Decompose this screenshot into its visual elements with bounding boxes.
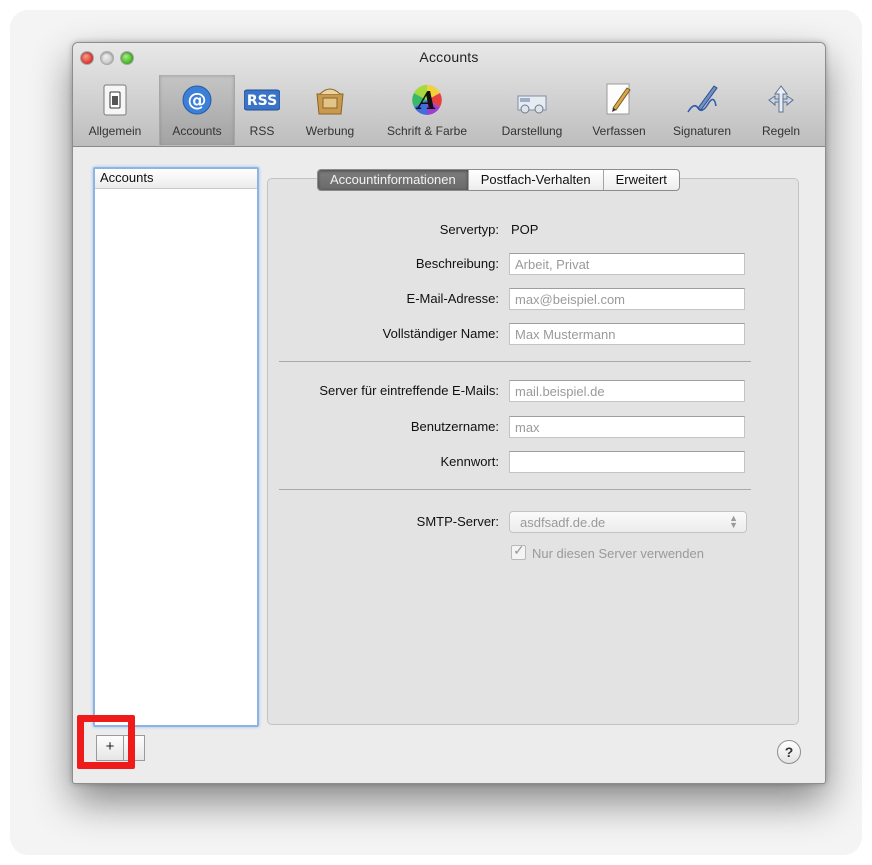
description-label: Beschreibung: bbox=[415, 256, 499, 271]
toolbar-label: Allgemein bbox=[88, 124, 142, 138]
accounts-preferences-window: Accounts Allgemein @ Accounts RSS RSS We… bbox=[72, 42, 826, 784]
toolbar-label: Verfassen bbox=[592, 124, 646, 138]
server-type-label: Servertyp: bbox=[439, 222, 499, 237]
toolbar-label: Schrift & Farbe bbox=[386, 124, 468, 138]
toolbar-label: Werbung bbox=[305, 124, 355, 138]
toolbar-item-signaturen[interactable]: Signaturen bbox=[661, 75, 743, 145]
toolbar-item-schrift-farbe[interactable]: A Schrift & Farbe bbox=[371, 75, 483, 145]
smtp-label: SMTP-Server: bbox=[416, 514, 499, 529]
description-field[interactable]: Arbeit, Privat bbox=[509, 253, 745, 275]
username-row: Benutzername: max bbox=[73, 416, 825, 438]
tab-erweitert[interactable]: Erweitert bbox=[602, 170, 679, 190]
password-label: Kennwort: bbox=[440, 454, 499, 469]
toolbar-item-darstellung[interactable]: Darstellung bbox=[487, 75, 577, 145]
toolbar-item-regeln[interactable]: Regeln bbox=[745, 75, 817, 145]
tab-postfach-verhalten[interactable]: Postfach-Verhalten bbox=[467, 170, 603, 190]
toolbar-label: Darstellung bbox=[501, 124, 563, 138]
window-title: Accounts bbox=[419, 49, 479, 65]
fullname-field[interactable]: Max Mustermann bbox=[509, 323, 745, 345]
section-divider bbox=[279, 361, 751, 362]
toolbar-label: Signaturen bbox=[672, 124, 732, 138]
account-tabs: Accountinformationen Postfach-Verhalten … bbox=[317, 169, 680, 191]
select-arrows-icon: ▲ ▼ bbox=[729, 513, 738, 530]
accounts-list[interactable]: Accounts bbox=[93, 167, 259, 727]
signature-icon bbox=[687, 85, 718, 113]
incoming-server-row: Server für eintreffende E-Mails: mail.be… bbox=[73, 380, 825, 402]
password-field[interactable] bbox=[509, 451, 745, 473]
email-field[interactable]: max@beispiel.com bbox=[509, 288, 745, 310]
incoming-server-label: Server für eintreffende E-Mails: bbox=[319, 383, 499, 398]
toolbar-label: Regeln bbox=[761, 124, 801, 138]
email-label: E-Mail-Adresse: bbox=[406, 291, 499, 306]
junk-mail-icon bbox=[316, 88, 344, 115]
password-row: Kennwort: bbox=[73, 451, 825, 473]
font-color-icon: A bbox=[411, 84, 443, 116]
highlight-box bbox=[77, 715, 135, 769]
toolbar-item-verfassen[interactable]: Verfassen bbox=[581, 75, 657, 145]
username-label: Benutzername: bbox=[410, 419, 499, 434]
only-server-option[interactable]: Nur diesen Server verwenden bbox=[511, 542, 704, 561]
smtp-server-select[interactable]: asdfsadf.de.de ▲ ▼ bbox=[509, 511, 747, 533]
toolbar-item-allgemein[interactable]: Allgemein bbox=[73, 75, 157, 145]
toolbar-label: RSS bbox=[249, 124, 275, 138]
toolbar-item-werbung[interactable]: Werbung bbox=[293, 75, 367, 145]
help-button[interactable]: ? bbox=[777, 740, 801, 764]
title-bar: Accounts Allgemein @ Accounts RSS RSS We… bbox=[73, 43, 825, 147]
toolbar-item-accounts[interactable]: @ Accounts bbox=[159, 75, 235, 145]
general-switch-icon bbox=[103, 84, 127, 116]
smtp-row: SMTP-Server: asdfsadf.de.de ▲ ▼ bbox=[73, 511, 825, 533]
window-content: Accounts + Accountinformationen Postfach… bbox=[73, 147, 825, 783]
incoming-server-field[interactable]: mail.beispiel.de bbox=[509, 380, 745, 402]
composing-icon bbox=[606, 83, 631, 115]
preferences-toolbar: Allgemein @ Accounts RSS RSS Werbung A S… bbox=[73, 75, 825, 145]
rss-icon: RSS bbox=[244, 89, 280, 111]
svg-text:@: @ bbox=[188, 89, 207, 111]
section-divider bbox=[279, 489, 751, 490]
toolbar-label: Accounts bbox=[172, 124, 222, 138]
server-type-row: Servertyp: POP bbox=[73, 219, 825, 241]
smtp-server-value: asdfsadf.de.de bbox=[520, 515, 606, 530]
accounts-list-header: Accounts bbox=[95, 169, 257, 189]
svg-text:RSS: RSS bbox=[247, 93, 277, 109]
server-type-value: POP bbox=[511, 222, 539, 237]
email-row: E-Mail-Adresse: max@beispiel.com bbox=[73, 288, 825, 310]
only-server-label: Nur diesen Server verwenden bbox=[532, 546, 704, 561]
only-server-checkbox[interactable] bbox=[511, 542, 526, 560]
fullname-label: Vollständiger Name: bbox=[382, 326, 499, 341]
rules-icon bbox=[768, 85, 794, 113]
tab-accountinformationen[interactable]: Accountinformationen bbox=[318, 170, 468, 190]
at-sign-icon: @ bbox=[182, 85, 212, 115]
viewing-icon bbox=[517, 95, 547, 114]
toolbar-item-rss[interactable]: RSS RSS bbox=[235, 75, 289, 145]
fullname-row: Vollständiger Name: Max Mustermann bbox=[73, 323, 825, 345]
svg-text:A: A bbox=[416, 86, 437, 115]
username-field[interactable]: max bbox=[509, 416, 745, 438]
description-row: Beschreibung: Arbeit, Privat bbox=[73, 253, 825, 275]
